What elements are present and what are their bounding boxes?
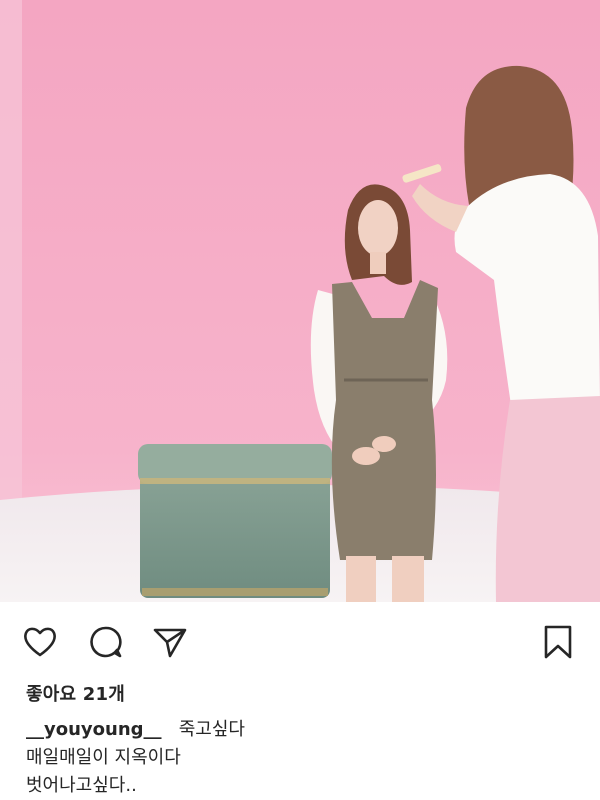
post-actions-bar xyxy=(0,602,600,672)
send-icon[interactable] xyxy=(150,622,190,662)
post-photo[interactable] xyxy=(0,0,600,602)
caption-text: 죽고싶다 xyxy=(178,719,245,740)
likes-count[interactable]: 좋아요 21개 xyxy=(26,680,125,706)
post-caption: __youyoung__ 죽고싶다 매일매일이 지옥이다 벗어나고싶다.. xyxy=(26,716,586,800)
comment-icon[interactable] xyxy=(86,622,126,662)
caption-line: 매일매일이 지옥이다 xyxy=(26,747,181,768)
heart-icon[interactable] xyxy=(20,622,60,662)
caption-first-line: __youyoung__ 죽고싶다 xyxy=(26,716,586,744)
bookmark-icon[interactable] xyxy=(538,622,578,662)
caption-username[interactable]: __youyoung__ xyxy=(26,719,162,740)
